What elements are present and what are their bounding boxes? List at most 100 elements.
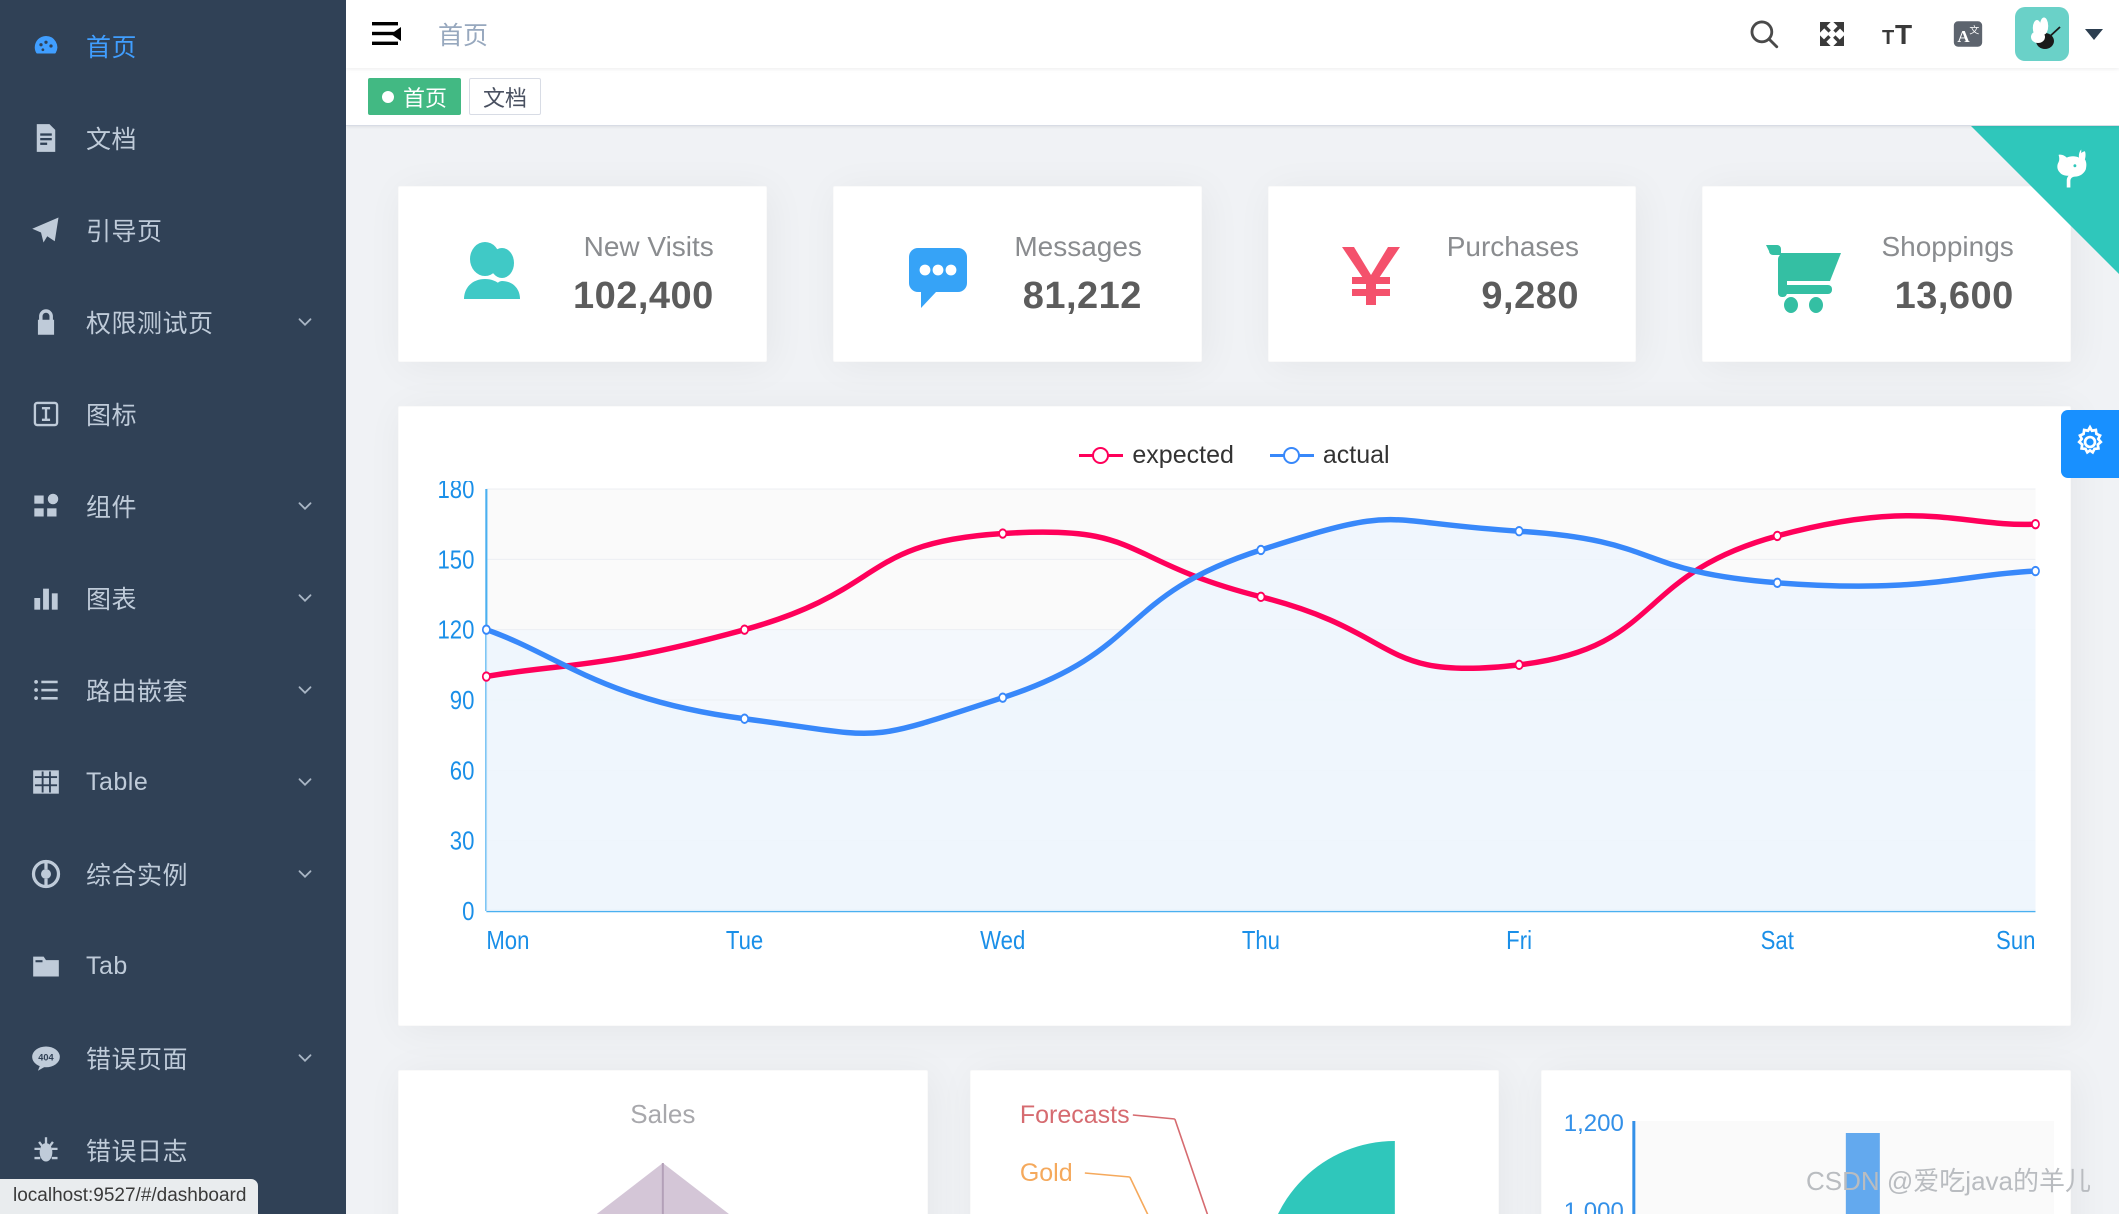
dashboard-icon: [26, 26, 66, 66]
svg-text:Sat: Sat: [1761, 926, 1795, 955]
navbar-right-actions: T T A 文: [1743, 7, 2119, 61]
tag-label: 首页: [403, 85, 448, 111]
sidebar-item-2[interactable]: 引导页: [0, 184, 346, 276]
svg-text:Fri: Fri: [1506, 926, 1532, 955]
people-icon: [451, 228, 543, 320]
legend-label: actual: [1322, 440, 1390, 469]
stat-card-value: 13,600: [1894, 274, 2014, 317]
svg-text:0: 0: [462, 897, 474, 926]
stat-card-title: Messages: [1014, 230, 1142, 262]
chevron-down-icon[interactable]: [294, 679, 316, 701]
search-icon[interactable]: [1743, 13, 1785, 55]
stat-card-messages[interactable]: Messages 81,212: [832, 186, 1202, 362]
panel-group: New Visits 102,400 Messages 81,212 Purch…: [346, 126, 2119, 362]
sidebar-item-label: 图标: [86, 402, 138, 430]
stat-card-value: 9,280: [1481, 274, 1580, 317]
sidebar-item-label: 引导页: [86, 218, 163, 246]
settings-gear-button[interactable]: [2061, 410, 2119, 478]
chevron-down-icon[interactable]: [294, 771, 316, 793]
stat-card-purchases[interactable]: Purchases 9,280: [1267, 186, 1637, 362]
bar-chart-card[interactable]: 1,200 1,000: [1541, 1070, 2072, 1214]
user-dropdown-caret[interactable]: [2085, 28, 2103, 40]
pie-chart-card[interactable]: Forecasts Gold: [969, 1070, 1500, 1214]
svg-text:Sun: Sun: [1996, 926, 2035, 955]
svg-text:Wed: Wed: [980, 926, 1025, 955]
guide-icon: [26, 210, 66, 250]
user-avatar[interactable]: [2015, 7, 2069, 61]
chevron-down-icon[interactable]: [294, 311, 316, 333]
line-chart-plot[interactable]: 0 30 60 90 120 150 180 Mon Tue Wed Thu Fri Sat Sun: [425, 481, 2044, 971]
sidebar-item-5[interactable]: 组件: [0, 460, 346, 552]
svg-text:T: T: [1882, 27, 1894, 49]
settings-gear-icon: [2072, 424, 2108, 465]
money-icon: [1325, 228, 1417, 320]
pie-label-gold: Gold: [1020, 1159, 1073, 1187]
tag-label: 文档: [483, 85, 528, 111]
sidebar-item-7[interactable]: 路由嵌套: [0, 644, 346, 736]
tag-item-0[interactable]: 首页: [368, 78, 462, 115]
sidebar-item-3[interactable]: 权限测试页: [0, 276, 346, 368]
sidebar-item-4[interactable]: 图标: [0, 368, 346, 460]
stat-card-title: New Visits: [583, 230, 714, 262]
chevron-down-icon[interactable]: [294, 587, 316, 609]
svg-text:Mon: Mon: [486, 926, 529, 955]
github-corner-ribbon[interactable]: [1971, 126, 2119, 274]
tags-view: 首页 文档: [346, 68, 2119, 126]
shopping-icon: [1759, 228, 1851, 320]
svg-text:60: 60: [450, 757, 475, 786]
legend-item-expected[interactable]: expected: [1079, 441, 1234, 470]
sidebar-item-10[interactable]: Tab: [0, 920, 346, 1012]
hamburger-collapse-icon[interactable]: [368, 14, 408, 54]
sidebar-item-8[interactable]: Table: [0, 736, 346, 828]
svg-text:30: 30: [450, 827, 475, 856]
svg-text:120: 120: [437, 616, 474, 645]
icon-set-icon: [26, 394, 66, 434]
legend-item-actual[interactable]: actual: [1269, 440, 1390, 470]
sidebar-item-6[interactable]: 图表: [0, 552, 346, 644]
fullscreen-icon[interactable]: [1811, 13, 1853, 55]
stat-card-title: Purchases: [1446, 230, 1580, 262]
sidebar-item-9[interactable]: 综合实例: [0, 828, 346, 920]
stat-card-new-visits[interactable]: New Visits 102,400: [398, 186, 767, 362]
sidebar-item-label: 图表: [86, 586, 138, 614]
navbar: 首页 T T A 文: [346, 0, 2119, 68]
radar-label-sales: Sales: [630, 1099, 695, 1129]
sidebar-item-label: 错误页面: [86, 1046, 189, 1074]
chart-legend: expected actual: [425, 429, 2044, 481]
tab-icon: [26, 946, 66, 986]
sidebar-item-1[interactable]: 文档: [0, 92, 346, 184]
github-cat-icon: [2045, 144, 2103, 207]
nested-route-icon: [26, 670, 66, 710]
sidebar-item-11[interactable]: 404 错误页面: [0, 1012, 346, 1104]
radar-chart-card[interactable]: Sales: [398, 1070, 928, 1214]
bar-ytick-1200: 1,200: [1564, 1110, 1624, 1137]
svg-text:T: T: [1895, 19, 1912, 50]
svg-text:180: 180: [437, 481, 474, 504]
sidebar-item-label: 组件: [86, 494, 138, 522]
stat-card-value: 102,400: [572, 274, 714, 317]
dashboard-content: New Visits 102,400 Messages 81,212 Purch…: [346, 126, 2119, 1214]
chevron-down-icon[interactable]: [294, 863, 316, 885]
chevron-down-icon[interactable]: [294, 1047, 316, 1069]
sidebar-item-0[interactable]: 首页: [0, 0, 346, 92]
chevron-down-icon[interactable]: [294, 495, 316, 517]
legend-marker: [1079, 444, 1124, 466]
sidebar-item-label: 路由嵌套: [86, 678, 189, 706]
breadcrumb[interactable]: 首页: [438, 16, 488, 52]
sidebar-item-label: Table: [86, 767, 149, 796]
table-icon: [26, 762, 66, 802]
stat-card-value: 81,212: [1022, 274, 1142, 317]
pie-label-forecasts: Forecasts: [1020, 1101, 1130, 1129]
line-chart-card: expected actual 0 30 60 90 120 150 180 Mon Tue Wed…: [398, 406, 2071, 1026]
sidebar-item-label: 综合实例: [86, 862, 189, 890]
bar-ytick-1000: 1,000: [1564, 1198, 1624, 1214]
bug-icon: [26, 1130, 66, 1170]
svg-text:文: 文: [1969, 23, 1979, 36]
error-404-icon: 404: [26, 1038, 66, 1078]
svg-text:Thu: Thu: [1242, 926, 1280, 955]
document-icon: [26, 118, 66, 158]
tag-item-1[interactable]: 文档: [469, 78, 542, 115]
font-size-icon[interactable]: T T: [1879, 13, 1921, 55]
language-icon[interactable]: A 文: [1947, 13, 1989, 55]
sidebar-item-label: 权限测试页: [86, 310, 214, 338]
